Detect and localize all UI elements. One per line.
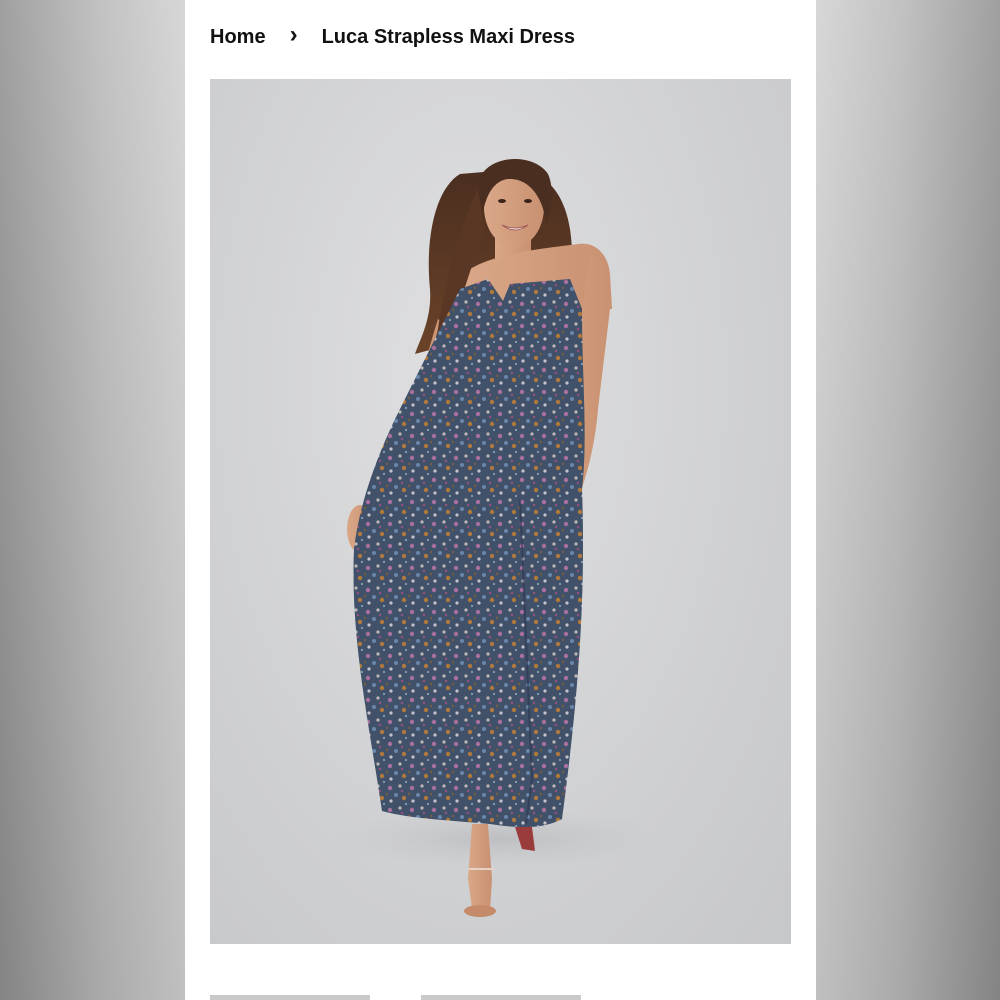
breadcrumb-current: Luca Strapless Maxi Dress — [321, 25, 576, 48]
backdrop-right — [816, 0, 1000, 1000]
breadcrumb: Home › Luca Strapless Maxi Dress — [210, 20, 575, 54]
product-photo-icon — [330, 159, 670, 917]
backdrop-left — [0, 0, 185, 1000]
breadcrumb-home-link[interactable]: Home — [210, 26, 266, 49]
chevron-right-icon: › — [289, 21, 298, 48]
product-page: Home › Luca Strapless Maxi Dress — [185, 0, 816, 1000]
product-thumbnail[interactable] — [421, 995, 581, 1000]
product-thumbnail[interactable] — [210, 995, 370, 1000]
product-main-image[interactable] — [210, 79, 791, 944]
